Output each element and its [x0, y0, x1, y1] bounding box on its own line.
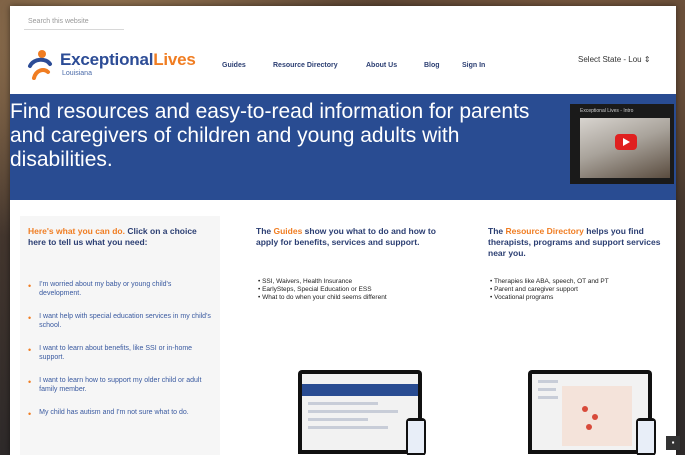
brand-region: Louisiana [62, 70, 92, 77]
list-item: What to do when your child seems differe… [258, 294, 387, 302]
guides-heading: The Guides show you what to do and how t… [256, 226, 446, 248]
choice-label: I want to learn how to support my older … [39, 377, 202, 393]
bullet-icon: • [28, 345, 32, 355]
monitor-screen: Search this website ExceptionalLives Lou… [10, 6, 676, 455]
guides-link[interactable]: Guides [273, 226, 302, 236]
choice-item[interactable]: • I want to learn about benefits, like S… [28, 344, 214, 362]
bullet-icon: • [28, 409, 32, 419]
choice-label: I want help with special education servi… [39, 313, 211, 329]
list-item: Parent and caregiver support [490, 286, 609, 294]
nav-item-guides[interactable]: Guides [222, 62, 246, 69]
phone-image [636, 418, 656, 455]
video-title: Exceptional Lives - Intro [580, 108, 634, 114]
search-input[interactable]: Search this website [24, 14, 124, 30]
brand-logo[interactable]: ExceptionalLives [60, 50, 196, 70]
choice-item[interactable]: • I want to learn how to support my olde… [28, 376, 214, 394]
phone-image [406, 418, 426, 455]
intro-video[interactable]: Exceptional Lives - Intro [570, 104, 674, 184]
guides-heading-pre: The [256, 226, 274, 236]
logo-icon [28, 50, 52, 80]
choices-panel: Here's what you can do. Click on a choic… [20, 216, 220, 455]
map-icon [562, 386, 632, 446]
choices-heading-highlight: Here's what you can do. [28, 226, 125, 236]
directory-panel: The Resource Directory helps you find th… [480, 216, 676, 455]
directory-bullet-list: Therapies like ABA, speech, OT and PT Pa… [490, 278, 609, 302]
choices-heading: Here's what you can do. Click on a choic… [28, 226, 212, 248]
directory-link[interactable]: Resource Directory [505, 226, 583, 236]
list-item: Therapies like ABA, speech, OT and PT [490, 278, 609, 286]
brand-name-part1: Exceptional [60, 50, 154, 69]
nav-item-resource-directory[interactable]: Resource Directory [273, 62, 338, 69]
choice-label: I'm worried about my baby or young child… [39, 281, 172, 297]
list-item: Vocational programs [490, 294, 609, 302]
bullet-icon: • [28, 281, 32, 291]
guides-panel: The Guides show you what to do and how t… [248, 216, 458, 455]
bullet-icon: • [28, 313, 32, 323]
chevron-updown-icon: ⇕ [643, 55, 651, 64]
list-item: EarlySteps, Special Education or ESS [258, 286, 387, 294]
nav-item-about-us[interactable]: About Us [366, 62, 397, 69]
chat-icon[interactable]: ▪ [666, 436, 680, 450]
content-columns: Here's what you can do. Click on a choic… [10, 208, 676, 455]
hero-text: Find resources and easy-to-read informat… [10, 100, 530, 171]
choice-item[interactable]: • I want help with special education ser… [28, 312, 214, 330]
choice-label: I want to learn about benefits, like SSI… [39, 345, 193, 361]
directory-heading: The Resource Directory helps you find th… [488, 226, 676, 259]
nav-item-sign-in[interactable]: Sign In [462, 62, 485, 69]
youtube-play-icon[interactable] [615, 134, 637, 150]
choice-item[interactable]: • I'm worried about my baby or young chi… [28, 280, 214, 298]
directory-heading-pre: The [488, 226, 506, 236]
bullet-icon: • [28, 377, 32, 387]
choice-label: My child has autism and I'm not sure wha… [39, 409, 189, 416]
state-select-value: Select State - Lou [578, 55, 642, 64]
state-select[interactable]: Select State - Lou ⇕ [578, 52, 670, 68]
choice-item[interactable]: • My child has autism and I'm not sure w… [28, 408, 214, 419]
brand-name-part2: Lives [153, 50, 196, 69]
nav-item-blog[interactable]: Blog [424, 62, 440, 69]
guides-bullet-list: SSI, Waivers, Health Insurance EarlyStep… [258, 278, 387, 302]
list-item: SSI, Waivers, Health Insurance [258, 278, 387, 286]
